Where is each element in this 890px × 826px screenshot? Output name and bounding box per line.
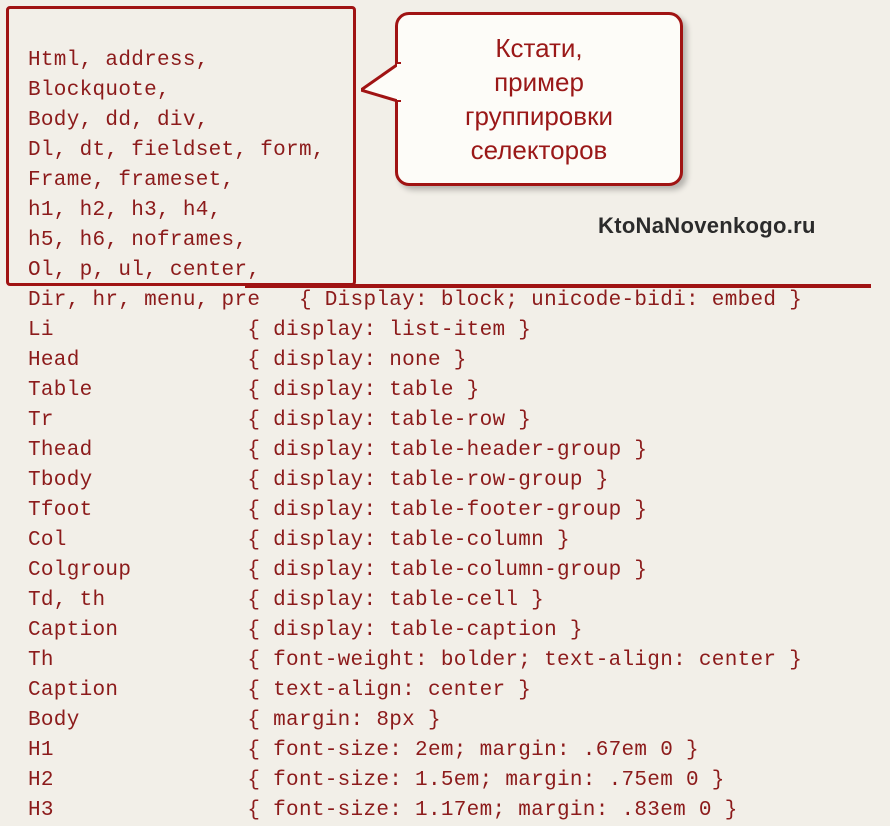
callout-tail-icon bbox=[361, 62, 401, 102]
callout-line: группировки bbox=[424, 99, 654, 133]
css-rule: H1 { font-size: 2em; margin: .67em 0 } bbox=[28, 739, 699, 762]
css-rule: Colgroup { display: table-column-group } bbox=[28, 559, 647, 582]
css-rule: Li { display: list-item } bbox=[28, 319, 531, 342]
css-rule: Table { display: table } bbox=[28, 379, 480, 402]
css-rule: Tbody { display: table-row-group } bbox=[28, 469, 609, 492]
css-rule: Col { display: table-column } bbox=[28, 529, 570, 552]
css-rule: Td, th { display: table-cell } bbox=[28, 589, 544, 612]
css-rule: Thead { display: table-header-group } bbox=[28, 439, 647, 462]
css-rule: Caption { display: table-caption } bbox=[28, 619, 583, 642]
annotation-callout: Кстати, пример группировки селекторов bbox=[395, 12, 683, 186]
annotation-text: Кстати, пример группировки селекторов bbox=[395, 12, 683, 186]
callout-line: селекторов bbox=[424, 133, 654, 167]
css-rule: H3 { font-size: 1.17em; margin: .83em 0 … bbox=[28, 799, 738, 822]
callout-line: пример bbox=[424, 65, 654, 99]
css-rule: Caption { text-align: center } bbox=[28, 679, 531, 702]
css-rule: Head { display: none } bbox=[28, 349, 467, 372]
css-rule: Body { margin: 8px } bbox=[28, 709, 441, 732]
css-rule: Tr { display: table-row } bbox=[28, 409, 531, 432]
css-rule: Tfoot { display: table-footer-group } bbox=[28, 499, 647, 522]
callout-line: Кстати, bbox=[424, 31, 654, 65]
css-rule: H2 { font-size: 1.5em; margin: .75em 0 } bbox=[28, 769, 725, 792]
watermark-domain: KtoNaNovenkogo.ru bbox=[598, 213, 816, 239]
css-rule: Th { font-weight: bolder; text-align: ce… bbox=[28, 649, 802, 672]
